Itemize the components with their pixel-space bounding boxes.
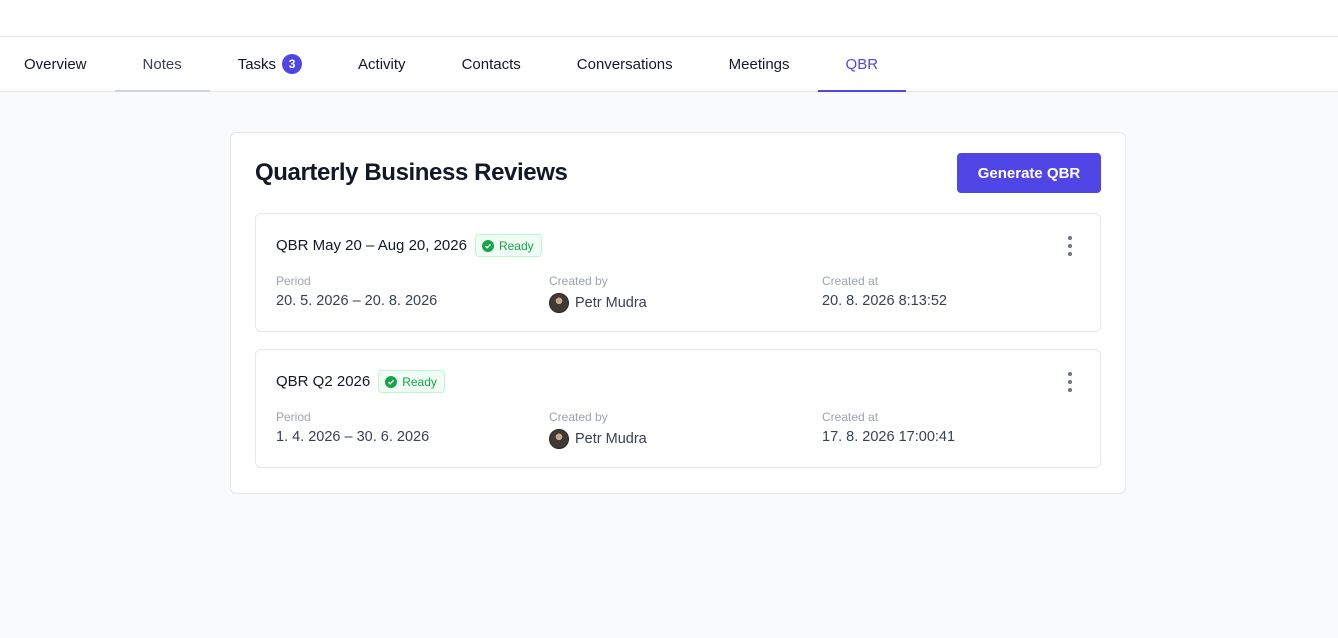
tab-notes[interactable]: Notes <box>114 37 210 92</box>
status-label: Ready <box>402 374 437 389</box>
period-field: Period 20. 5. 2026 – 20. 8. 2026 <box>276 274 437 309</box>
tab-label: QBR <box>845 55 879 73</box>
period-value: 1. 4. 2026 – 30. 6. 2026 <box>276 429 430 445</box>
avatar <box>549 293 569 313</box>
avatar <box>549 429 569 449</box>
tasks-count-badge: 3 <box>282 54 303 74</box>
more-options-icon[interactable] <box>1066 372 1074 392</box>
tab-label: Conversations <box>576 55 673 73</box>
card-header: QBR May 20 – Aug 20, 2026 Ready <box>276 234 542 257</box>
generate-qbr-button[interactable]: Generate QBR <box>957 153 1101 193</box>
tab-conversations[interactable]: Conversations <box>549 37 701 91</box>
qbr-card[interactable]: QBR May 20 – Aug 20, 2026 Ready Period 2… <box>255 213 1101 332</box>
created-by-label: Created by <box>549 410 608 424</box>
tab-qbr[interactable]: QBR <box>817 37 907 92</box>
qbr-card[interactable]: QBR Q2 2026 Ready Period 1. 4. 2026 – 30… <box>255 349 1101 468</box>
qbr-title: QBR May 20 – Aug 20, 2026 <box>276 237 467 254</box>
page-title: Quarterly Business Reviews <box>255 159 568 186</box>
creator-name: Petr Mudra <box>575 431 647 447</box>
more-options-icon[interactable] <box>1066 236 1074 256</box>
tab-contacts[interactable]: Contacts <box>434 37 549 91</box>
created-by-value: Petr Mudra <box>549 293 647 313</box>
tab-bar: Overview Notes Tasks 3 Activity Contacts… <box>0 37 1338 92</box>
status-badge: Ready <box>474 234 542 257</box>
tab-overview[interactable]: Overview <box>0 37 115 91</box>
panel-header: Quarterly Business Reviews Generate QBR <box>255 153 1101 193</box>
created-at-label: Created at <box>822 410 879 424</box>
status-label: Ready <box>498 238 534 253</box>
created-by-field: Created by Petr Mudra <box>549 410 647 449</box>
created-by-value: Petr Mudra <box>549 429 647 449</box>
creator-name: Petr Mudra <box>575 295 647 311</box>
tab-meetings[interactable]: Meetings <box>701 37 818 91</box>
period-label: Period <box>276 274 311 288</box>
tab-label: Overview <box>24 55 87 73</box>
created-by-label: Created by <box>549 274 608 288</box>
top-bar <box>0 0 1338 37</box>
tab-activity[interactable]: Activity <box>330 37 434 91</box>
created-at-value: 20. 8. 2026 8:13:52 <box>822 293 947 309</box>
check-circle-icon <box>385 375 398 388</box>
tab-label: Tasks <box>237 55 277 73</box>
period-value: 20. 5. 2026 – 20. 8. 2026 <box>276 293 438 309</box>
qbr-title: QBR Q2 2026 <box>276 373 371 390</box>
card-header: QBR Q2 2026 Ready <box>276 370 445 393</box>
created-at-label: Created at <box>822 274 879 288</box>
period-field: Period 1. 4. 2026 – 30. 6. 2026 <box>276 410 429 445</box>
check-circle-icon <box>481 239 494 252</box>
tab-tasks[interactable]: Tasks 3 <box>210 37 330 91</box>
created-at-value: 17. 8. 2026 17:00:41 <box>822 429 956 445</box>
created-by-field: Created by Petr Mudra <box>549 274 647 313</box>
tab-label: Meetings <box>728 55 790 73</box>
period-label: Period <box>276 410 311 424</box>
tab-label: Contacts <box>461 55 521 73</box>
status-badge: Ready <box>378 370 445 393</box>
created-at-field: Created at 20. 8. 2026 8:13:52 <box>822 274 947 309</box>
created-at-field: Created at 17. 8. 2026 17:00:41 <box>822 410 955 445</box>
tab-label: Activity <box>358 55 406 73</box>
tab-label: Notes <box>142 55 182 73</box>
qbr-panel: Quarterly Business Reviews Generate QBR … <box>230 132 1126 494</box>
